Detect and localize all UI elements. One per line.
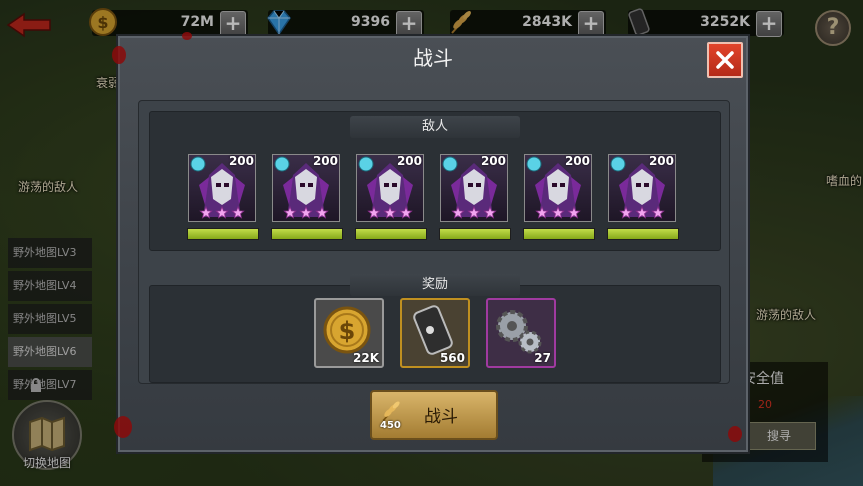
battle-dialog: 战斗 敌人 奖励 200 200 200 200 200 200 $ 22K 560 27… xyxy=(112,32,750,454)
skull-icon xyxy=(442,156,458,172)
blood-splatter xyxy=(114,416,132,438)
enemy-card[interactable]: 200 xyxy=(187,154,259,244)
reward-oil[interactable]: 560 xyxy=(400,298,470,368)
enemy-level: 200 xyxy=(228,154,254,168)
blood-splatter xyxy=(728,426,742,442)
enemy-card[interactable]: 200 xyxy=(271,154,343,244)
fight-button[interactable]: 450 战斗 xyxy=(370,390,498,440)
skull-icon xyxy=(274,156,290,172)
enemy-card[interactable]: 200 xyxy=(439,154,511,244)
reward-amount: 560 xyxy=(439,351,465,365)
fight-cost: 450 xyxy=(380,420,401,431)
enemy-level: 200 xyxy=(480,154,506,168)
enemy-level: 200 xyxy=(648,154,674,168)
skull-icon xyxy=(190,156,206,172)
enemy-health-bar xyxy=(187,228,259,240)
reward-gears[interactable]: 27 xyxy=(486,298,556,368)
enemy-health-bar xyxy=(355,228,427,240)
skull-icon xyxy=(526,156,542,172)
enemy-level: 200 xyxy=(312,154,338,168)
enemy-card[interactable]: 200 xyxy=(607,154,679,244)
reward-gold[interactable]: $ 22K xyxy=(314,298,384,368)
svg-text:$: $ xyxy=(339,317,356,345)
enemy-health-bar xyxy=(523,228,595,240)
enemy-level: 200 xyxy=(564,154,590,168)
enemies-label: 敌人 xyxy=(350,116,520,138)
reward-amount: 22K xyxy=(353,351,379,365)
close-button[interactable] xyxy=(707,42,743,78)
fight-button-label: 战斗 xyxy=(424,407,458,427)
skull-icon xyxy=(610,156,626,172)
close-icon xyxy=(716,51,734,69)
skull-icon xyxy=(358,156,374,172)
reward-amount: 27 xyxy=(534,351,551,365)
enemy-card[interactable]: 200 xyxy=(523,154,595,244)
enemy-card[interactable]: 200 xyxy=(355,154,427,244)
enemy-level: 200 xyxy=(396,154,422,168)
enemy-health-bar xyxy=(607,228,679,240)
blood-splatter xyxy=(182,32,192,40)
enemy-health-bar xyxy=(439,228,511,240)
rewards-label: 奖励 xyxy=(350,274,520,296)
enemy-health-bar xyxy=(271,228,343,240)
dialog-title: 战斗 xyxy=(413,46,453,70)
